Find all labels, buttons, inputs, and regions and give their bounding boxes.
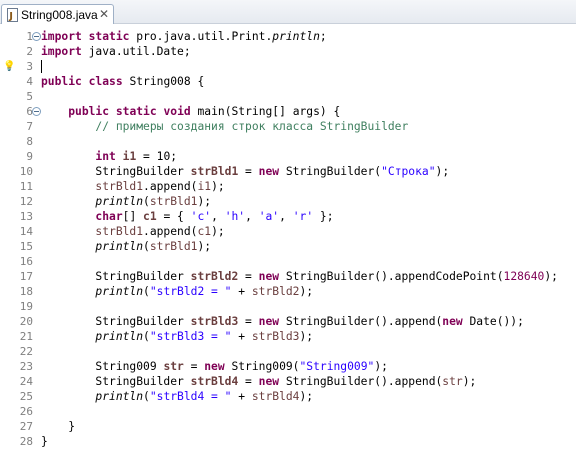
line-number: 2 [26, 45, 33, 58]
code-line[interactable]: 💡 3 [0, 59, 576, 74]
code-text: strBld1.append(i1); [95, 180, 225, 193]
line-number: 5 [26, 90, 33, 103]
code-line[interactable]: 25 println("strBld4 = " + strBld4); [0, 389, 576, 404]
line-number: 11 [19, 180, 33, 193]
code-line[interactable]: 6 public static void main(String[] args)… [0, 104, 576, 119]
line-number: 23 [19, 360, 33, 373]
code-text: public class String008 { [41, 75, 205, 88]
line-number: 10 [19, 165, 33, 178]
line-number: 4 [26, 75, 33, 88]
line-number: 22 [19, 345, 33, 358]
tab-string008-java[interactable]: J String008.java ✕ [1, 4, 114, 24]
code-text: } [41, 420, 76, 433]
code-line[interactable]: 24 StringBuilder strBld4 = new StringBui… [0, 374, 576, 389]
tab-label: String008.java [21, 7, 98, 22]
code-text: public static void main(String[] args) { [68, 105, 341, 118]
code-text: println(strBld1); [95, 240, 212, 253]
code-line[interactable]: 28} [0, 434, 576, 449]
svg-text:J: J [8, 11, 13, 22]
code-line[interactable]: 17 StringBuilder strBld2 = new StringBui… [0, 269, 576, 284]
editor-tab-bar: J String008.java ✕ [0, 0, 576, 24]
code-line[interactable]: 26 [0, 404, 576, 419]
code-text: import static pro.java.util.Print.printl… [41, 30, 327, 43]
code-text: println("strBld3 = " + strBld3); [95, 330, 314, 343]
line-number: 19 [19, 300, 33, 313]
code-line[interactable]: 21 println("strBld3 = " + strBld3); [0, 329, 576, 344]
fold-collapse-icon[interactable] [32, 107, 41, 116]
line-number: 17 [19, 270, 33, 283]
code-line[interactable]: 9 int i1 = 10; [0, 149, 576, 164]
code-text: String009 str = new String009("String009… [41, 360, 388, 373]
line-number: 21 [19, 330, 33, 343]
code-editor[interactable]: 1 import static pro.java.util.Print.print… [0, 24, 576, 450]
code-text: // примеры создания строк класса StringB… [95, 120, 409, 133]
line-number: 12 [19, 195, 33, 208]
code-text: strBld1.append(c1); [95, 225, 225, 238]
line-number: 9 [26, 150, 33, 163]
line-number: 27 [19, 420, 33, 433]
line-number: 7 [26, 120, 33, 133]
code-line[interactable]: 7 // примеры создания строк класса Strin… [0, 119, 576, 134]
code-line[interactable]: 4 public class String008 { [0, 74, 576, 89]
line-number: 28 [19, 435, 33, 448]
line-number: 26 [19, 405, 33, 418]
code-text: println("strBld2 = " + strBld2); [95, 285, 314, 298]
code-text: StringBuilder strBld1 = new StringBuilde… [41, 165, 450, 178]
text-cursor [41, 60, 42, 73]
code-text: import java.util.Date; [41, 45, 191, 58]
code-text: StringBuilder strBld2 = new StringBuilde… [41, 270, 558, 283]
line-number: 20 [19, 315, 33, 328]
java-file-icon: J [7, 7, 18, 22]
line-number: 18 [19, 285, 33, 298]
code-line[interactable]: 1 import static pro.java.util.Print.print… [0, 29, 576, 44]
code-line[interactable]: 16 [0, 254, 576, 269]
line-number: 24 [19, 375, 33, 388]
line-number: 1 [26, 30, 33, 43]
close-icon[interactable]: ✕ [99, 7, 109, 21]
line-number: 15 [19, 240, 33, 253]
code-line[interactable]: 18 println("strBld2 = " + strBld2); [0, 284, 576, 299]
code-line[interactable]: 13 char[] c1 = { 'c', 'h', 'a', 'r' }; [0, 209, 576, 224]
line-number: 25 [19, 390, 33, 403]
code-text: StringBuilder strBld3 = new StringBuilde… [41, 315, 524, 328]
code-line[interactable]: 27 } [0, 419, 576, 434]
code-text: println("strBld4 = " + strBld4); [95, 390, 314, 403]
line-number: 3 [26, 60, 33, 73]
code-line[interactable]: 20 StringBuilder strBld3 = new StringBui… [0, 314, 576, 329]
line-number: 14 [19, 225, 33, 238]
code-line[interactable]: 22 [0, 344, 576, 359]
line-number: 16 [19, 255, 33, 268]
fold-collapse-icon[interactable] [32, 32, 41, 41]
code-line[interactable]: 19 [0, 299, 576, 314]
quick-fix-bulb-icon[interactable]: 💡 [3, 59, 15, 74]
code-line[interactable]: 12 println(strBld1); [0, 194, 576, 209]
line-number: 8 [26, 135, 33, 148]
code-line[interactable]: 15 println(strBld1); [0, 239, 576, 254]
code-line[interactable]: 8 [0, 134, 576, 149]
code-line[interactable]: 23 String009 str = new String009("String… [0, 359, 576, 374]
code-text: println(strBld1); [95, 195, 212, 208]
code-line[interactable]: 14 strBld1.append(c1); [0, 224, 576, 239]
code-line[interactable]: 5 [0, 89, 576, 104]
code-text: StringBuilder strBld4 = new StringBuilde… [41, 375, 477, 388]
line-number: 13 [19, 210, 33, 223]
code-line[interactable]: 11 strBld1.append(i1); [0, 179, 576, 194]
code-text: int i1 = 10; [95, 150, 178, 163]
code-text: } [41, 435, 48, 448]
line-number: 6 [26, 105, 33, 118]
code-line[interactable]: 2 import java.util.Date; [0, 44, 576, 59]
code-line[interactable]: 10 StringBuilder strBld1 = new StringBui… [0, 164, 576, 179]
code-text: char[] c1 = { 'c', 'h', 'a', 'r' }; [95, 210, 334, 223]
